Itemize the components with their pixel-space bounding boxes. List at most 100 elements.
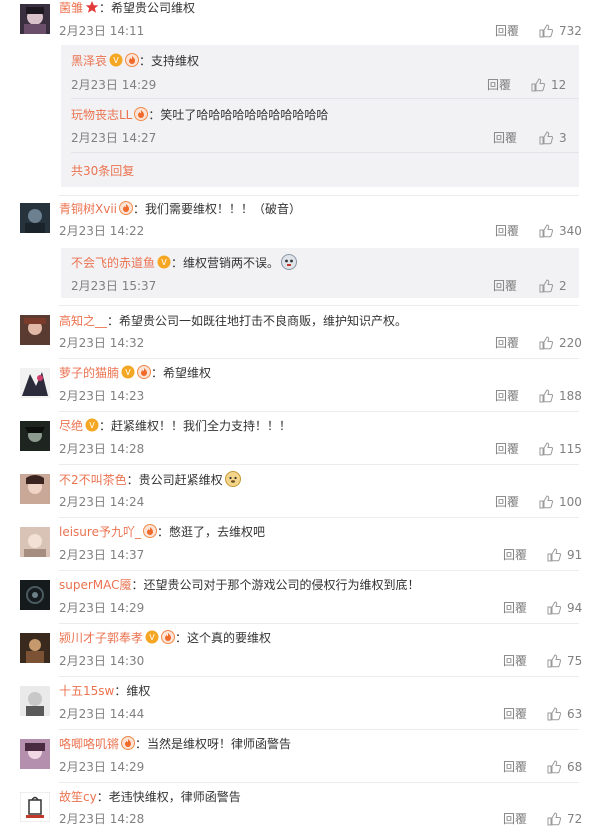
comment-username[interactable]: 高知之__: [59, 314, 107, 328]
comment-username[interactable]: 颍川才子郭奉孝: [59, 631, 143, 645]
vip-badge-icon: V: [157, 255, 171, 269]
like-button[interactable]: 188: [539, 388, 582, 404]
comment-username[interactable]: 尽绝: [59, 419, 83, 433]
like-button[interactable]: 115: [539, 441, 582, 457]
doge-emoji-icon: [224, 471, 241, 487]
svg-text:V: V: [89, 421, 95, 430]
reply-button[interactable]: 回覆: [495, 441, 519, 457]
avatar[interactable]: [20, 686, 50, 716]
comment-username[interactable]: 咯唧咯叽锵: [59, 737, 119, 751]
comment-text: 老违快维权，律师函警告: [108, 790, 241, 804]
comment-username[interactable]: superMAC魇: [59, 578, 132, 592]
comment-item: 十五15sw：维权 2月23日 14:44 回覆 63: [0, 676, 597, 729]
avatar[interactable]: [20, 203, 50, 233]
reply-button[interactable]: 回覆: [493, 130, 517, 146]
comment-text: 贵公司赶紧维权: [138, 473, 223, 487]
avatar[interactable]: [20, 527, 50, 557]
comment-time: 2月23日 14:30: [59, 654, 145, 668]
comment-item: 高知之__：希望贵公司一如既往地打击不良商贩，维护知识产权。 2月23日 14:…: [0, 305, 597, 358]
reply-button[interactable]: 回覆: [495, 223, 519, 239]
comment-username[interactable]: leisure予九吖_: [59, 525, 141, 539]
thumbs-up-icon: [539, 495, 553, 509]
more-replies-link[interactable]: 共30条回复: [71, 163, 134, 179]
comment-time: 2月23日 14:24: [59, 495, 145, 509]
vip-badge-icon: V: [85, 418, 99, 432]
divider: [59, 411, 579, 412]
like-button[interactable]: 68: [547, 759, 582, 775]
comment-username[interactable]: 萝子的猫腩: [59, 366, 119, 380]
svg-text:V: V: [113, 56, 119, 65]
comment-text: 维权: [126, 684, 151, 698]
comment-time: 2月23日 14:32: [59, 336, 145, 350]
reply-text: 支持维权: [151, 54, 200, 68]
like-button[interactable]: 2: [539, 278, 567, 294]
reply-username[interactable]: 黑泽哀: [71, 54, 107, 68]
thumbs-up-icon: [547, 548, 561, 562]
reply-button[interactable]: 回覆: [503, 706, 527, 722]
reply-button[interactable]: 回覆: [503, 547, 527, 563]
comment-time: 2月23日 14:28: [59, 442, 145, 456]
comment-username[interactable]: 故笙cy: [59, 790, 97, 804]
reply-button[interactable]: 回覆: [503, 759, 527, 775]
like-count: 115: [559, 442, 582, 456]
comment-item: 颍川才子郭奉孝 V ：这个真的要维权 2月23日 14:30 回覆 75: [0, 623, 597, 676]
like-button[interactable]: 91: [547, 547, 582, 563]
like-button[interactable]: 72: [547, 811, 582, 827]
reply-button[interactable]: 回覆: [495, 23, 519, 39]
avatar[interactable]: [20, 4, 50, 34]
avatar[interactable]: [20, 368, 50, 398]
avatar[interactable]: [20, 739, 50, 769]
like-count: 12: [551, 78, 567, 92]
reply-time: 2月23日 15:37: [71, 279, 157, 293]
avatar[interactable]: [20, 580, 50, 610]
replies-box: 不会飞的赤道鱼 V ：维权营销两不误。 2月23日 15:37 回覆 2: [61, 248, 579, 298]
comment-time: 2月23日 14:37: [59, 548, 145, 562]
avatar[interactable]: [20, 474, 50, 504]
like-count: 2: [559, 279, 567, 293]
like-count: 100: [559, 495, 582, 509]
like-button[interactable]: 3: [539, 130, 567, 146]
like-button[interactable]: 220: [539, 335, 582, 351]
reply-button[interactable]: 回覆: [503, 653, 527, 669]
avatar[interactable]: [20, 315, 50, 345]
reply-username[interactable]: 不会飞的赤道鱼: [71, 256, 155, 270]
reply-button[interactable]: 回覆: [495, 335, 519, 351]
avatar[interactable]: [20, 792, 50, 822]
comment-text: 希望贵公司一如既往地打击不良商贩，维护知识产权。: [119, 314, 408, 328]
avatar[interactable]: [20, 421, 50, 451]
like-button[interactable]: 63: [547, 706, 582, 722]
reply-button[interactable]: 回覆: [503, 811, 527, 827]
comment-username[interactable]: 青铜树Xvii: [59, 202, 117, 216]
like-button[interactable]: 732: [539, 23, 582, 39]
comment-username[interactable]: 十五15sw: [59, 684, 114, 698]
thumbs-up-icon: [547, 601, 561, 615]
thumbs-up-icon: [539, 279, 553, 293]
reply-button[interactable]: 回覆: [495, 388, 519, 404]
comment-username[interactable]: 不2不叫茶色: [59, 473, 127, 487]
like-button[interactable]: 340: [539, 223, 582, 239]
like-button[interactable]: 75: [547, 653, 582, 669]
divider: [59, 464, 579, 465]
comment-text: 还望贵公司对于那个游戏公司的侵权行为维权到底！: [143, 578, 420, 592]
like-count: 63: [567, 707, 583, 721]
comment-time: 2月23日 14:11: [59, 24, 145, 38]
comment-item: 菌雏 ：希望贵公司维权 2月23日 14:11 回覆 732 黑泽哀 V ：支持维权 …: [0, 0, 597, 195]
like-count: 91: [567, 548, 583, 562]
like-button[interactable]: 94: [547, 600, 582, 616]
comment-username[interactable]: 菌雏: [59, 1, 83, 15]
reply-button[interactable]: 回覆: [503, 600, 527, 616]
reply-button[interactable]: 回覆: [493, 278, 517, 294]
reply-button[interactable]: 回覆: [495, 494, 519, 510]
divider: [59, 358, 579, 359]
reply-button[interactable]: 回覆: [487, 77, 511, 93]
like-button[interactable]: 100: [539, 494, 582, 510]
reply-text: 笑吐了哈哈哈哈哈哈哈哈哈哈哈: [160, 108, 329, 122]
reply-item: 玩物丧志LL ：笑吐了哈哈哈哈哈哈哈哈哈哈哈 2月23日 14:27 回覆 3: [71, 107, 567, 146]
avatar[interactable]: [20, 633, 50, 663]
thumbs-up-icon: [547, 812, 561, 826]
like-count: 732: [559, 24, 582, 38]
like-count: 188: [559, 389, 582, 403]
reply-username[interactable]: 玩物丧志LL: [71, 108, 132, 122]
comment-item: leisure予九吖_ ：憋逛了，去维权吧 2月23日 14:37 回覆 91: [0, 517, 597, 570]
like-button[interactable]: 12: [531, 77, 566, 93]
